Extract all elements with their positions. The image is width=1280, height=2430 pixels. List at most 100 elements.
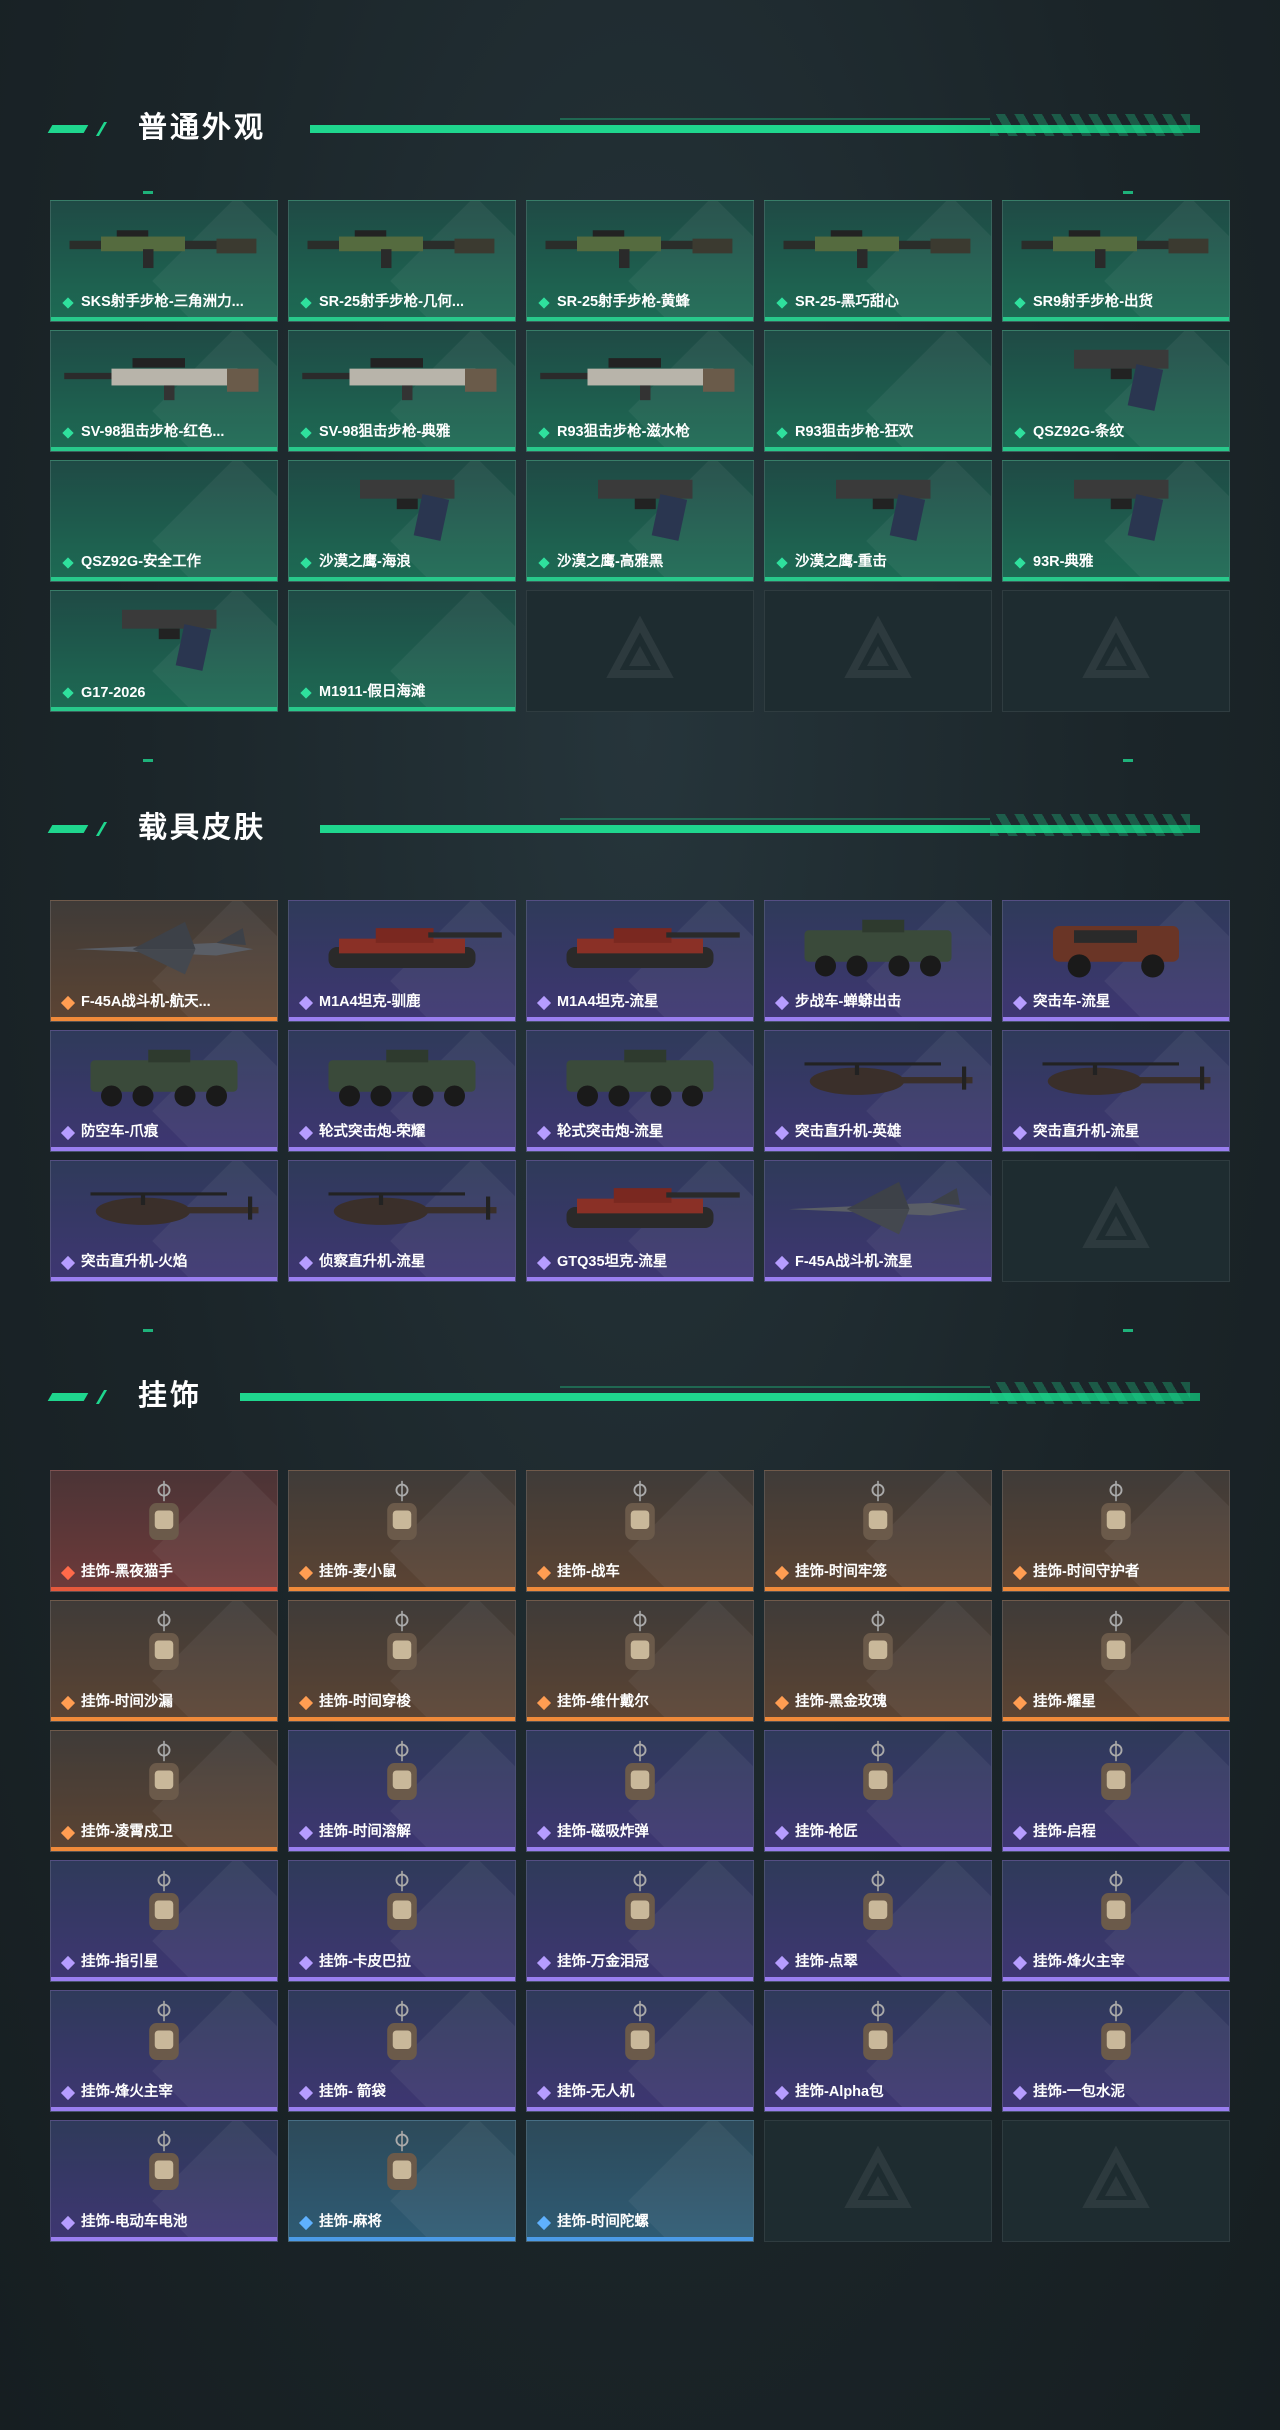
item-card[interactable]: 突击直升机-火焰 [50, 1160, 278, 1282]
item-card[interactable]: 挂饰-烽火主宰 [50, 1990, 278, 2112]
item-name: SR-25射手步枪-黄蜂 [557, 294, 690, 310]
item-card[interactable]: 挂饰-时间牢笼 [764, 1470, 992, 1592]
rifle-icon [773, 209, 983, 283]
section-title: 普通外观 [138, 112, 267, 144]
item-name: 挂饰-麻将 [319, 2214, 382, 2230]
item-card[interactable]: 挂饰-磁吸炸弹 [526, 1730, 754, 1852]
item-card[interactable]: 沙漠之鹰-重击 [764, 460, 992, 582]
item-card[interactable]: 挂饰-维什戴尔 [526, 1600, 754, 1722]
rarity-diamond-icon [298, 2215, 314, 2231]
item-card[interactable]: R93狙击步枪-狂欢 [764, 330, 992, 452]
item-card[interactable]: 步战车-蝉蟒出击 [764, 900, 992, 1022]
item-card[interactable]: GTQ35坦克-流星 [526, 1160, 754, 1282]
item-card[interactable]: 挂饰-Alpha包 [764, 1990, 992, 2112]
item-card[interactable]: 挂饰-启程 [1002, 1730, 1230, 1852]
item-card[interactable]: 挂饰-电动车电池 [50, 2120, 278, 2242]
item-card[interactable]: 挂饰-时间溶解 [288, 1730, 516, 1852]
item-card[interactable]: SR-25-黑巧甜心 [764, 200, 992, 322]
item-card[interactable]: 挂饰-黑夜猫手 [50, 1470, 278, 1592]
item-card[interactable]: M1911-假日海滩 [288, 590, 516, 712]
item-card[interactable]: 挂饰-黑金玫瑰 [764, 1600, 992, 1722]
rarity-diamond-icon [1014, 427, 1026, 439]
item-card[interactable]: 突击直升机-英雄 [764, 1030, 992, 1152]
charm-icon [1011, 1609, 1221, 1683]
item-card[interactable]: 沙漠之鹰-海浪 [288, 460, 516, 582]
item-name: 挂饰-枪匠 [795, 1824, 858, 1840]
charm-icon [535, 1999, 745, 2073]
item-card[interactable]: 突击车-流星 [1002, 900, 1230, 1022]
item-card[interactable]: 挂饰-无人机 [526, 1990, 754, 2112]
charm-icon [59, 1739, 269, 1813]
item-name: 挂饰-时间穿梭 [319, 1694, 411, 1710]
divider-dash [143, 191, 153, 194]
sniper-icon [59, 339, 269, 413]
item-card[interactable]: SR-25射手步枪-几何... [288, 200, 516, 322]
charm-grid: 挂饰-黑夜猫手 挂饰-麦小鼠 挂饰-战车 挂饰-时间牢笼 挂饰-时间守护者挂饰-时间沙漏… [50, 1470, 1230, 2242]
rarity-diamond-icon [298, 1695, 314, 1711]
item-card[interactable]: SKS射手步枪-三角洲力... [50, 200, 278, 322]
pistol-icon [1011, 339, 1221, 413]
item-card[interactable]: 沙漠之鹰-高雅黑 [526, 460, 754, 582]
item-card[interactable]: 挂饰-烽火主宰 [1002, 1860, 1230, 1982]
item-card[interactable]: QSZ92G-安全工作 [50, 460, 278, 582]
item-card[interactable]: 挂饰-凌霄戍卫 [50, 1730, 278, 1852]
item-card[interactable]: 轮式突击炮-荣耀 [288, 1030, 516, 1152]
item-card[interactable]: 挂饰-卡皮巴拉 [288, 1860, 516, 1982]
item-card[interactable]: 挂饰-战车 [526, 1470, 754, 1592]
rarity-diamond-icon [300, 427, 312, 439]
item-card[interactable]: 挂饰-麦小鼠 [288, 1470, 516, 1592]
item-name: M1A4坦克-流星 [557, 994, 659, 1010]
item-card[interactable]: SR-25射手步枪-黄蜂 [526, 200, 754, 322]
item-card[interactable]: F-45A战斗机-航天... [50, 900, 278, 1022]
charm-icon [773, 1999, 983, 2073]
rarity-diamond-icon [536, 2215, 552, 2231]
item-card[interactable]: 挂饰-一包水泥 [1002, 1990, 1230, 2112]
item-card[interactable]: M1A4坦克-驯鹿 [288, 900, 516, 1022]
item-card[interactable]: 挂饰-时间守护者 [1002, 1470, 1230, 1592]
item-name: 挂饰-磁吸炸弹 [557, 1824, 649, 1840]
item-card[interactable]: 挂饰- 箭袋 [288, 1990, 516, 2112]
appearance-grid: SKS射手步枪-三角洲力... SR-25射手步枪-几何... SR-25射手步枪-… [50, 200, 1230, 712]
item-card[interactable]: SV-98狙击步枪-红色... [50, 330, 278, 452]
rarity-diamond-icon [62, 427, 74, 439]
charm-icon [59, 1609, 269, 1683]
item-card[interactable]: G17-2026 [50, 590, 278, 712]
item-card[interactable]: R93狙击步枪-滋水枪 [526, 330, 754, 452]
rarity-diamond-icon [536, 1955, 552, 1971]
rarity-diamond-icon [60, 1825, 76, 1841]
item-name: 挂饰-战车 [557, 1564, 620, 1580]
item-card[interactable]: 防空车-爪痕 [50, 1030, 278, 1152]
item-card[interactable]: 挂饰-麻将 [288, 2120, 516, 2242]
rarity-diamond-icon [1012, 2085, 1028, 2101]
item-card[interactable]: 挂饰-点翠 [764, 1860, 992, 1982]
item-card[interactable]: 挂饰-万金泪冠 [526, 1860, 754, 1982]
charm-icon [773, 1739, 983, 1813]
item-card[interactable]: QSZ92G-条纹 [1002, 330, 1230, 452]
item-card[interactable]: 挂饰-时间沙漏 [50, 1600, 278, 1722]
apc-icon [535, 1039, 745, 1113]
item-name: 挂饰-启程 [1033, 1824, 1096, 1840]
item-card[interactable]: 突击直升机-流星 [1002, 1030, 1230, 1152]
item-card[interactable]: SR9射手步枪-出货 [1002, 200, 1230, 322]
item-card[interactable]: 挂饰-时间穿梭 [288, 1600, 516, 1722]
rarity-diamond-icon [60, 1565, 76, 1581]
item-name: 挂饰-无人机 [557, 2084, 635, 2100]
item-card[interactable]: M1A4坦克-流星 [526, 900, 754, 1022]
rarity-diamond-icon [1012, 1955, 1028, 1971]
item-card[interactable]: 侦察直升机-流星 [288, 1160, 516, 1282]
rarity-diamond-icon [536, 1695, 552, 1711]
item-card[interactable]: 挂饰-耀星 [1002, 1600, 1230, 1722]
item-card[interactable]: 挂饰-指引星 [50, 1860, 278, 1982]
item-card[interactable]: 93R-典雅 [1002, 460, 1230, 582]
item-card[interactable]: 轮式突击炮-流星 [526, 1030, 754, 1152]
rifle-icon [59, 209, 269, 283]
item-card[interactable]: F-45A战斗机-流星 [764, 1160, 992, 1282]
item-card[interactable]: SV-98狙击步枪-典雅 [288, 330, 516, 452]
page: { "sections": [ { "title": "普通外观", "item… [0, 0, 1280, 2430]
item-name: SV-98狙击步枪-红色... [81, 424, 225, 440]
item-card[interactable]: 挂饰-枪匠 [764, 1730, 992, 1852]
rarity-diamond-icon [776, 297, 788, 309]
item-card[interactable]: 挂饰-时间陀螺 [526, 2120, 754, 2242]
rifle-icon [535, 209, 745, 283]
section-header-charms: 挂饰 [0, 1376, 1280, 1416]
